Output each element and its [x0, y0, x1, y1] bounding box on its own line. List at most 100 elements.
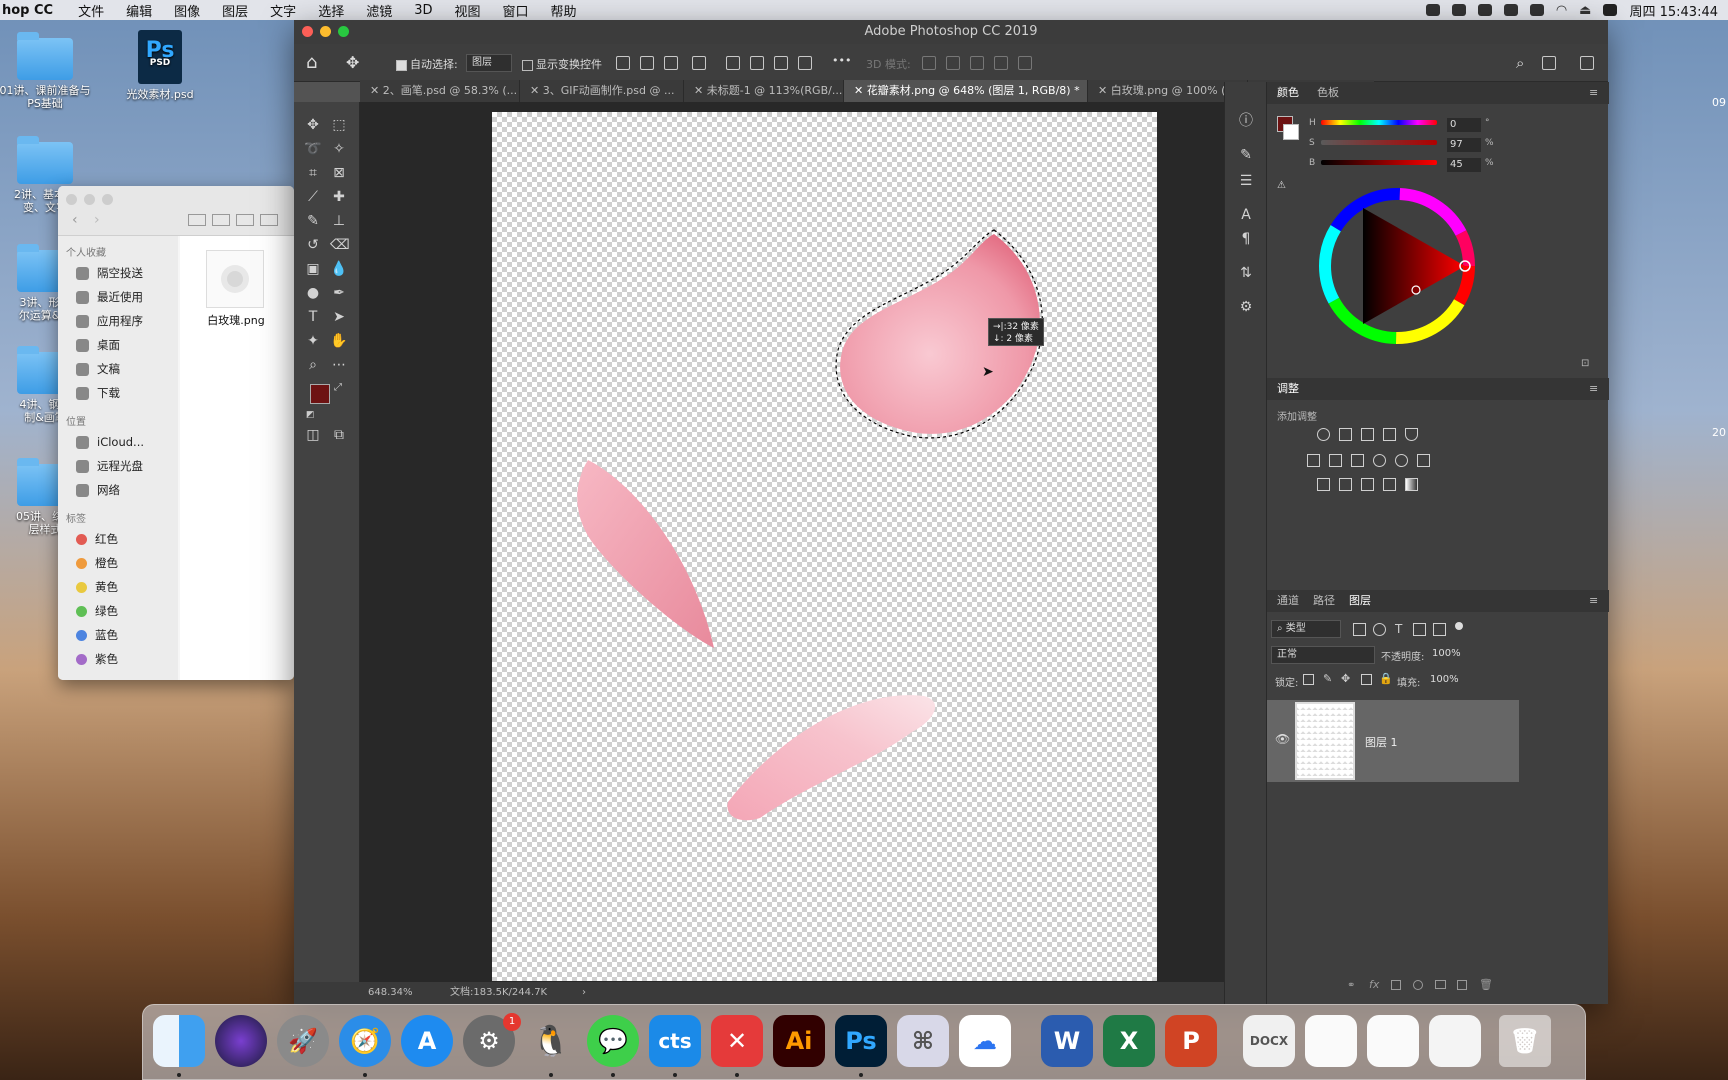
sidebar-tag-green[interactable]: 绿色 [58, 599, 178, 623]
icon-view-icon[interactable] [188, 214, 206, 226]
healing-tool-icon[interactable]: ✚ [330, 188, 348, 206]
swap-colors-icon[interactable]: ⤢ [334, 382, 342, 393]
gradient-tool-icon[interactable]: ▣ [304, 260, 322, 278]
wechat-status-icon[interactable] [1425, 4, 1440, 16]
dock-recording-icon[interactable] [1429, 1015, 1481, 1067]
eyedropper-tool-icon[interactable]: ⟋ [304, 188, 322, 206]
magic-wand-tool-icon[interactable]: ✧ [330, 140, 348, 158]
foreground-color-swatch[interactable] [310, 384, 330, 404]
tab-channels[interactable]: 通道 [1277, 590, 1299, 612]
new-group-icon[interactable] [1435, 980, 1446, 989]
dock-qq-icon[interactable]: 🐧 [525, 1015, 577, 1067]
panel-menu-icon[interactable]: ≡ [1589, 82, 1598, 104]
3d-pan-icon[interactable] [970, 56, 984, 70]
panel-menu-icon[interactable]: ≡ [1589, 590, 1598, 612]
tab-paths[interactable]: 路径 [1313, 590, 1335, 612]
gradient-map-icon[interactable] [1405, 478, 1418, 491]
tab-brush-psd[interactable]: ✕ 2、画笔.psd @ 58.3% (... [360, 80, 520, 102]
align-hcenter-icon[interactable] [640, 56, 654, 70]
fill-input[interactable]: 100% [1425, 672, 1465, 690]
hand-tool-icon[interactable]: ✋ [330, 332, 348, 350]
dock-alfred-icon[interactable]: ⌘ [897, 1015, 949, 1067]
glyphs-icon[interactable]: ⇅ [1237, 264, 1255, 282]
eye-icon[interactable]: 👁 [1275, 732, 1290, 746]
curves-icon[interactable] [1361, 428, 1374, 441]
tab-untitled[interactable]: ✕ 未标题-1 @ 113%(RGB/... [684, 80, 844, 102]
sidebar-item-network[interactable]: 网络 [58, 478, 178, 502]
menu-help[interactable]: 帮助 [540, 1, 588, 20]
sidebar-tag-red[interactable]: 红色 [58, 527, 178, 551]
layer-thumbnail[interactable] [1295, 702, 1355, 780]
brightness-contrast-icon[interactable] [1317, 428, 1330, 441]
dock-safari-icon[interactable]: 🧭 [339, 1015, 391, 1067]
posterize-icon[interactable] [1339, 478, 1352, 491]
search-icon[interactable]: ⌕ [1516, 54, 1524, 72]
panel-menu-icon[interactable]: ≡ [1589, 378, 1598, 400]
menu-file[interactable]: 文件 [67, 1, 115, 20]
status-menu-icon[interactable]: › [582, 982, 586, 1004]
marquee-tool-icon[interactable]: ⬚ [330, 116, 348, 134]
sidebar-item-icloud[interactable]: iCloud... [58, 430, 178, 454]
color-wheel[interactable] [1317, 186, 1477, 346]
opacity-input[interactable]: 100% [1427, 646, 1467, 664]
brush-tool-icon[interactable]: ✎ [304, 212, 322, 230]
tab-layers[interactable]: 图层 [1349, 590, 1371, 612]
desktop-psd-file[interactable]: Ps PSD 光效素材.psd [110, 30, 210, 101]
align-top-icon[interactable] [726, 56, 740, 70]
more-tools-icon[interactable]: ⋯ [330, 356, 348, 374]
column-view-icon[interactable] [236, 214, 254, 226]
more-options-icon[interactable]: ••• [832, 54, 851, 67]
screen-status-icon[interactable] [1503, 4, 1518, 16]
invert-icon[interactable] [1317, 478, 1330, 491]
selective-color-icon[interactable] [1383, 478, 1396, 491]
brightness-slider[interactable] [1321, 160, 1437, 165]
lock-transparency-icon[interactable] [1303, 674, 1314, 685]
distribute-vertical-icon[interactable] [798, 56, 812, 70]
menu-type[interactable]: 文字 [259, 1, 307, 20]
share-icon[interactable] [1580, 56, 1594, 70]
wifi-icon[interactable]: ◠ [1556, 3, 1567, 18]
menu-view[interactable]: 视图 [444, 1, 492, 20]
lasso-tool-icon[interactable]: ➰ [304, 140, 322, 158]
dock-appstore-icon[interactable]: A [401, 1015, 453, 1067]
blur-tool-icon[interactable]: 💧 [330, 260, 348, 278]
sidebar-tag-orange[interactable]: 橙色 [58, 551, 178, 575]
file-thumbnail[interactable] [206, 250, 264, 308]
lock-artboard-icon[interactable] [1361, 674, 1372, 685]
hue-saturation-icon[interactable] [1307, 454, 1320, 467]
home-icon[interactable]: ⌂ [306, 52, 317, 73]
menu-edit[interactable]: 编辑 [115, 1, 163, 20]
creative-cloud-icon[interactable] [1529, 4, 1544, 16]
paragraph-icon[interactable]: ¶ [1237, 230, 1255, 248]
align-right-icon[interactable] [664, 56, 678, 70]
eject-icon[interactable]: ⏏ [1579, 3, 1591, 18]
tab-color[interactable]: 颜色 [1277, 82, 1299, 104]
3d-roll-icon[interactable] [946, 56, 960, 70]
align-bottom-icon[interactable] [774, 56, 788, 70]
input-method-icon[interactable] [1603, 4, 1618, 16]
stamp-tool-icon[interactable]: ⊥ [330, 212, 348, 230]
workspace-icon[interactable] [1542, 56, 1556, 70]
dock-preview-icon[interactable] [1305, 1015, 1357, 1067]
list-view-icon[interactable] [212, 214, 230, 226]
gallery-view-icon[interactable] [260, 214, 278, 226]
saturation-slider[interactable] [1321, 140, 1437, 145]
filter-shape-icon[interactable] [1413, 623, 1426, 636]
auto-select-target-select[interactable]: 图层 [466, 54, 512, 72]
new-layer-icon[interactable] [1457, 980, 1467, 990]
command-status-icon[interactable] [1477, 4, 1492, 16]
menu-3d[interactable]: 3D [403, 3, 443, 18]
levels-icon[interactable] [1339, 428, 1352, 441]
character-icon[interactable]: A [1237, 206, 1255, 224]
screen-mode-icon[interactable]: ⧉ [330, 426, 348, 444]
sidebar-item-remote-disc[interactable]: 远程光盘 [58, 454, 178, 478]
dock-camtasia-icon[interactable]: cts [649, 1015, 701, 1067]
frame-tool-icon[interactable]: ⊠ [330, 164, 348, 182]
dock-illustrator-icon[interactable]: Ai [773, 1015, 825, 1067]
sidebar-tag-purple[interactable]: 紫色 [58, 647, 178, 671]
zoom-level[interactable]: 648.34% [368, 982, 413, 1004]
close-button[interactable] [302, 26, 313, 37]
new-adjustment-layer-icon[interactable] [1413, 980, 1423, 990]
quick-mask-icon[interactable]: ◫ [304, 426, 322, 444]
dock-launchpad-icon[interactable]: 🚀 [277, 1015, 329, 1067]
